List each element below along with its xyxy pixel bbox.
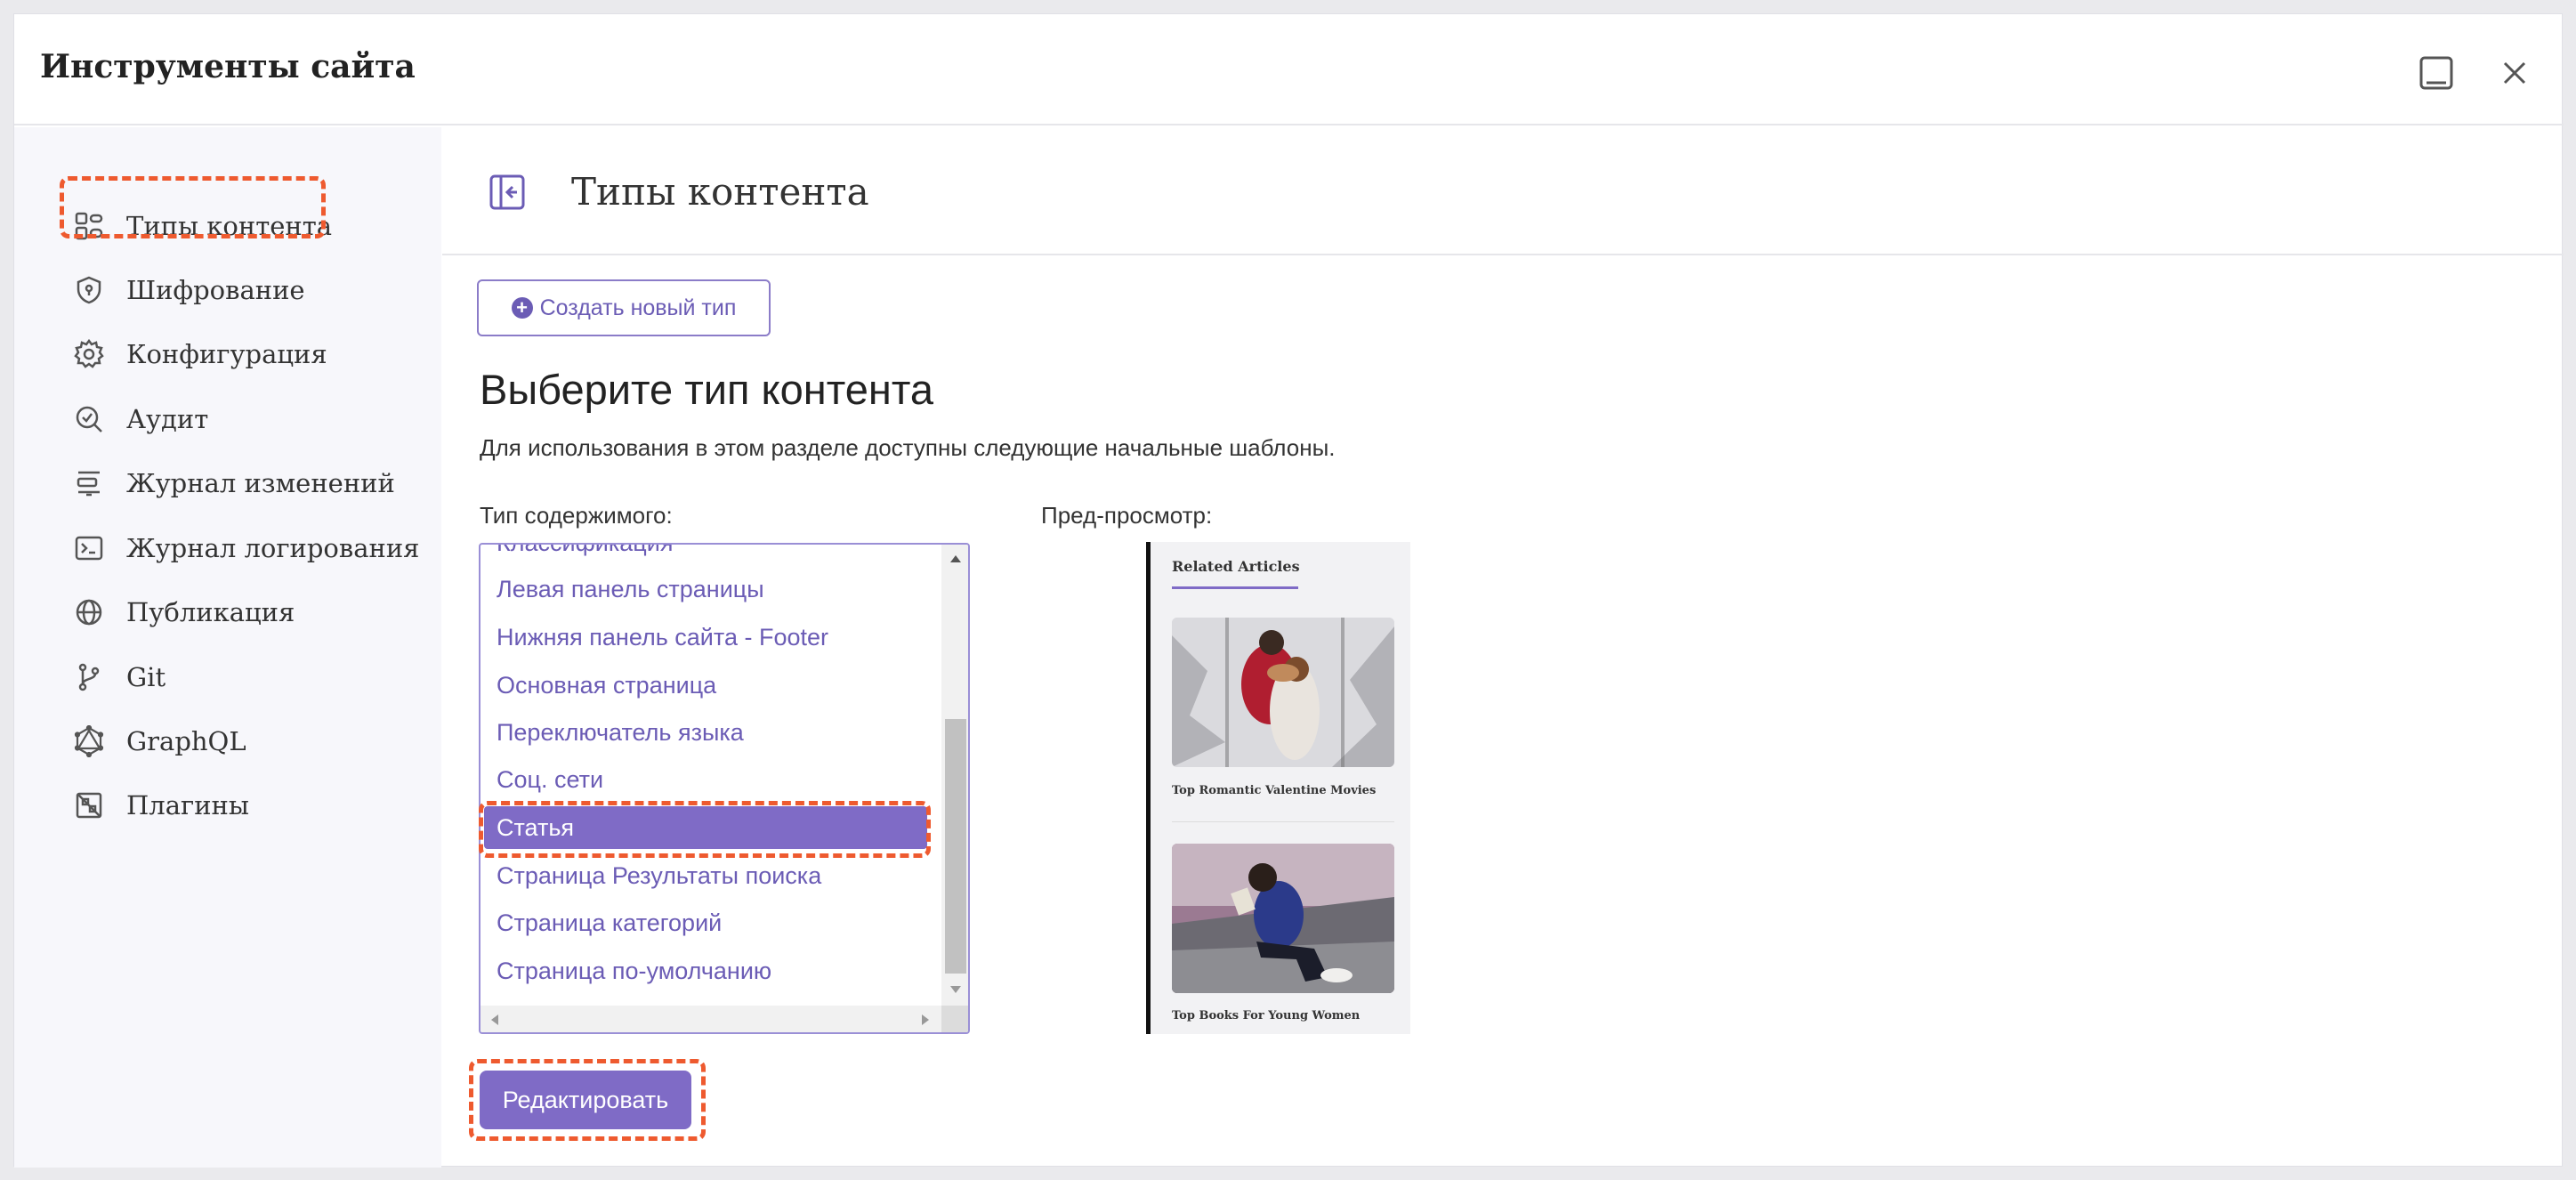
gear-icon (71, 336, 107, 372)
page-title: Типы контента (571, 170, 869, 214)
list-item[interactable]: Страница Результаты поиска (484, 854, 927, 897)
list-item[interactable]: Страница категорий (484, 901, 927, 944)
list-item[interactable]: Классификация (484, 545, 927, 564)
sidebar-item-label: Типы контента (126, 211, 333, 241)
horizontal-scrollbar[interactable] (480, 1006, 941, 1032)
close-icon (2503, 61, 2526, 85)
sidebar-item-content-types[interactable]: Типы контента (71, 201, 332, 251)
sidebar-item-changelog[interactable]: Журнал изменений (71, 458, 395, 508)
sidebar-item-label: Git (126, 662, 166, 692)
scroll-up-arrow-icon[interactable] (950, 555, 961, 562)
create-new-type-label: Создать новый тип (539, 295, 737, 320)
plugin-icon (71, 788, 107, 823)
content-header: Типы контента (442, 127, 2564, 255)
title-bar: Инструменты сайта (14, 14, 2564, 125)
audit-icon (71, 401, 107, 437)
edit-button[interactable]: Редактировать (480, 1071, 691, 1129)
terminal-icon (71, 530, 107, 566)
close-button[interactable] (2490, 48, 2540, 98)
preview-article-caption: Top Romantic Valentine Movies (1172, 784, 1377, 797)
scroll-right-arrow-icon[interactable] (922, 1014, 929, 1025)
graphql-icon (71, 723, 107, 759)
changelog-icon (71, 465, 107, 501)
list-item[interactable]: Страница по-умолчанию (484, 950, 927, 992)
sidebar-item-publishing[interactable]: Публикация (71, 587, 295, 637)
preview-heading-underline (1172, 586, 1298, 589)
scroll-down-arrow-icon[interactable] (950, 986, 961, 993)
list-item[interactable]: Соц. сети (484, 758, 927, 801)
create-new-type-button[interactable]: + Создать новый тип (477, 279, 771, 336)
section-heading: Выберите тип контента (480, 366, 933, 413)
scroll-left-arrow-icon[interactable] (491, 1014, 498, 1025)
woman-reading-photo (1172, 844, 1394, 993)
sidebar-item-label: Конфигурация (126, 339, 327, 369)
preview-article-caption: Top Books For Young Women (1172, 1009, 1361, 1022)
list-item-selected[interactable]: Статья (484, 806, 927, 849)
shield-icon (71, 272, 107, 308)
sidebar-item-configuration[interactable]: Конфигурация (71, 329, 327, 379)
preview-divider (1172, 821, 1394, 822)
couple-in-snow-photo (1172, 618, 1394, 767)
window-title: Инструменты сайта (40, 48, 416, 85)
sidebar-item-label: Журнал логирования (126, 533, 420, 563)
list-item[interactable]: Основная страница (484, 664, 927, 707)
sidebar-item-label: Журнал изменений (126, 468, 395, 498)
minimize-icon (2419, 56, 2453, 90)
preview-label: Пред-просмотр: (1041, 502, 1213, 529)
minimize-button[interactable] (2411, 48, 2461, 98)
vertical-scrollbar[interactable] (941, 545, 968, 1006)
globe-icon (71, 594, 107, 630)
sidebar-item-label: Шифрование (126, 275, 305, 305)
list-item[interactable]: Нижняя панель сайта - Footer (484, 616, 927, 659)
sidebar-item-label: GraphQL (126, 726, 246, 756)
sidebar-item-audit[interactable]: Аудит (71, 394, 208, 444)
sidebar-item-label: Плагины (126, 790, 249, 820)
git-branch-icon (71, 659, 107, 695)
sidebar-item-label: Публикация (126, 597, 295, 627)
section-description: Для использования в этом разделе доступн… (480, 434, 1336, 461)
content-type-label: Тип содержимого: (480, 502, 673, 529)
vertical-scrollbar-thumb[interactable] (945, 719, 966, 974)
list-item[interactable]: Левая панель страницы (484, 568, 927, 610)
preview-heading: Related Articles (1172, 558, 1300, 575)
listbox-viewport: Классификация Левая панель страницы Нижн… (480, 545, 941, 1006)
plus-circle-icon: + (511, 297, 533, 319)
sidebar-item-git[interactable]: Git (71, 652, 166, 702)
collapse-sidebar-icon (489, 174, 525, 210)
sidebar-item-logging[interactable]: Журнал логирования (71, 523, 419, 573)
template-preview: Related Articles Top Romantic Valentine … (1146, 542, 1410, 1034)
content-types-icon (71, 208, 107, 244)
collapse-sidebar-button[interactable] (489, 174, 526, 211)
scrollbar-corner (941, 1006, 968, 1032)
sidebar-item-label: Аудит (126, 404, 209, 434)
content-type-listbox[interactable]: Классификация Левая панель страницы Нижн… (479, 543, 970, 1034)
list-item[interactable]: Переключатель языка (484, 711, 927, 754)
sidebar: Типы контента Шифрование Конфигурация Ау… (14, 127, 441, 1168)
sidebar-item-plugins[interactable]: Плагины (71, 780, 249, 830)
sidebar-item-graphql[interactable]: GraphQL (71, 716, 246, 766)
sidebar-item-encryption[interactable]: Шифрование (71, 265, 305, 315)
